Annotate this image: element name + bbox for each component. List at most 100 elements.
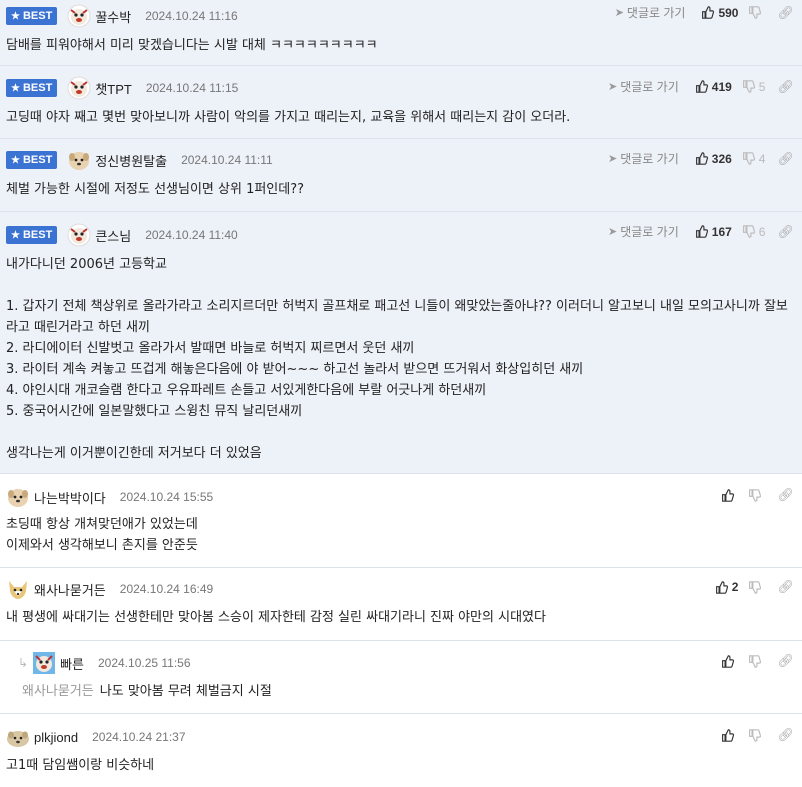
comment-date: 2024.10.24 11:11: [181, 153, 273, 167]
dislike-button[interactable]: [748, 654, 765, 668]
nickname[interactable]: 큰스님: [95, 226, 131, 245]
goto-label: 댓글로 가기: [620, 152, 679, 166]
comment-item: 나는박박이다 2024.10.24 15:55 🔗︎ 초딩때 항상 개쳐맞던애가…: [0, 474, 802, 568]
best-label: BEST: [22, 10, 53, 22]
reply-target[interactable]: 왜사나묻거든: [22, 684, 94, 699]
dislike-button[interactable]: [748, 728, 765, 742]
star-icon: ★: [11, 82, 20, 94]
goto-comment-link[interactable]: ➤ 댓글로 가기: [608, 78, 679, 95]
link-icon[interactable]: 🔗︎: [777, 5, 794, 21]
nickname[interactable]: 왜사나묻거든: [34, 580, 106, 599]
like-button[interactable]: 167: [695, 225, 732, 239]
nickname[interactable]: 정신병원탈출: [95, 151, 167, 170]
comment-item: plkjiond 2024.10.24 21:37 🔗︎ 고1때 담임쌤이랑 비…: [0, 714, 802, 787]
like-count: 590: [718, 5, 739, 20]
thumbs-up-icon: [695, 152, 708, 165]
dislike-button[interactable]: [748, 6, 765, 19]
like-button[interactable]: [721, 654, 738, 668]
like-count: 326: [711, 151, 732, 166]
nickname[interactable]: 나는박박이다: [34, 488, 106, 507]
thumbs-down-icon: [749, 728, 762, 742]
link-icon[interactable]: 🔗︎: [777, 579, 794, 595]
nickname[interactable]: 챗TPT: [95, 79, 132, 98]
comment-date: 2024.10.24 11:16: [145, 9, 238, 23]
thumbs-up-icon: [715, 580, 728, 594]
comment-text: 체벌 가능한 시절에 저정도 선생님이면 상위 1퍼인데??: [6, 182, 305, 197]
like-button[interactable]: 326: [695, 152, 732, 166]
thumbs-up-icon: [722, 654, 735, 668]
like-button[interactable]: [721, 488, 738, 502]
thumbs-down-icon: [749, 6, 762, 19]
avatar[interactable]: [32, 651, 56, 675]
link-icon[interactable]: 🔗︎: [777, 224, 794, 240]
like-button[interactable]: 590: [701, 6, 738, 20]
avatar[interactable]: [67, 223, 91, 247]
link-icon[interactable]: 🔗︎: [777, 727, 794, 743]
comment-text: 내 평생에 싸대기는 선생한테만 맞아봄 스승이 제자한테 감정 실린 싸대기라…: [6, 610, 546, 625]
best-badge: ★ BEST: [6, 226, 58, 244]
best-label: BEST: [22, 154, 53, 166]
comment-item: ★ BEST 꿀수박 2024.10.24 11:16 ➤ 댓글로 가기 590 🔗…: [0, 0, 802, 66]
link-icon[interactable]: 🔗︎: [777, 79, 794, 95]
dislike-count: 5: [758, 79, 766, 94]
avatar[interactable]: [67, 76, 91, 100]
nickname[interactable]: plkjiond: [34, 730, 78, 745]
comment-text: 고1때 담임쌤이랑 비슷하네: [6, 758, 155, 773]
thumbs-down-icon: [749, 488, 762, 502]
goto-label: 댓글로 가기: [626, 6, 686, 20]
send-icon: ➤: [608, 81, 618, 93]
best-badge: ★ BEST: [6, 79, 58, 97]
dislike-button[interactable]: 4: [742, 151, 766, 166]
comment-date: 2024.10.24 21:37: [92, 730, 186, 744]
thumbs-down-icon: [742, 225, 755, 238]
goto-comment-link[interactable]: ➤ 댓글로 가기: [608, 150, 679, 167]
comment-text: 초딩때 항상 개쳐맞던애가 있었는데 이제와서 생각해보니 촌지를 안준듯: [6, 517, 198, 553]
dislike-button[interactable]: 5: [742, 79, 766, 94]
like-count: 419: [711, 79, 732, 94]
send-icon: ➤: [608, 226, 618, 238]
thumbs-down-icon: [749, 654, 762, 668]
send-icon: ➤: [608, 153, 618, 165]
send-icon: ➤: [614, 7, 624, 19]
thumbs-up-icon: [695, 225, 708, 238]
avatar[interactable]: [6, 485, 30, 509]
best-label: BEST: [22, 229, 53, 241]
comment-text: 왜사나묻거든 나도 맞아봄 무려 체벌금지 시절: [22, 681, 796, 702]
link-icon[interactable]: 🔗︎: [777, 487, 794, 503]
thumbs-down-icon: [742, 80, 755, 93]
thumbs-up-icon: [695, 80, 708, 93]
avatar[interactable]: [67, 4, 91, 28]
best-badge: ★ BEST: [6, 7, 58, 25]
thumbs-up-icon: [702, 6, 715, 19]
comment-item: ★ BEST 챗TPT 2024.10.24 11:15 ➤ 댓글로 가기 419 …: [0, 66, 802, 139]
thumbs-down-icon: [742, 152, 755, 165]
like-count: 167: [711, 224, 732, 239]
star-icon: ★: [11, 10, 20, 22]
avatar[interactable]: [67, 148, 91, 172]
dislike-button[interactable]: [748, 488, 765, 502]
comment-item: 왜사나묻거든 2024.10.24 16:49 2 🔗︎ 내 평생에 싸대기는 …: [0, 568, 802, 641]
link-icon[interactable]: 🔗︎: [777, 653, 794, 669]
dislike-button[interactable]: [748, 580, 765, 594]
link-icon[interactable]: 🔗︎: [777, 151, 794, 167]
like-button[interactable]: 2: [715, 580, 738, 594]
reply-arrow-icon: ↳: [18, 656, 29, 670]
comment-date: 2024.10.24 16:49: [119, 582, 214, 596]
like-button[interactable]: 419: [695, 80, 732, 94]
dislike-button[interactable]: 6: [742, 224, 766, 239]
like-button[interactable]: [721, 728, 738, 742]
avatar[interactable]: [6, 725, 30, 749]
avatar[interactable]: [6, 577, 30, 601]
comment-item: ★ BEST 정신병원탈출 2024.10.24 11:11 ➤ 댓글로 가기 32…: [0, 139, 802, 212]
dislike-count: 4: [758, 151, 766, 166]
best-label: BEST: [22, 82, 53, 94]
star-icon: ★: [11, 229, 20, 241]
comment-item: ★ BEST 큰스님 2024.10.24 11:40 ➤ 댓글로 가기 167 6…: [0, 212, 802, 474]
goto-comment-link[interactable]: ➤ 댓글로 가기: [615, 4, 686, 21]
goto-comment-link[interactable]: ➤ 댓글로 가기: [608, 223, 679, 240]
dislike-count: 6: [758, 224, 766, 239]
best-badge: ★ BEST: [6, 151, 58, 169]
nickname[interactable]: 꿀수박: [95, 7, 131, 26]
comment-date: 2024.10.25 11:56: [97, 656, 191, 670]
nickname[interactable]: 빠른: [60, 654, 84, 673]
